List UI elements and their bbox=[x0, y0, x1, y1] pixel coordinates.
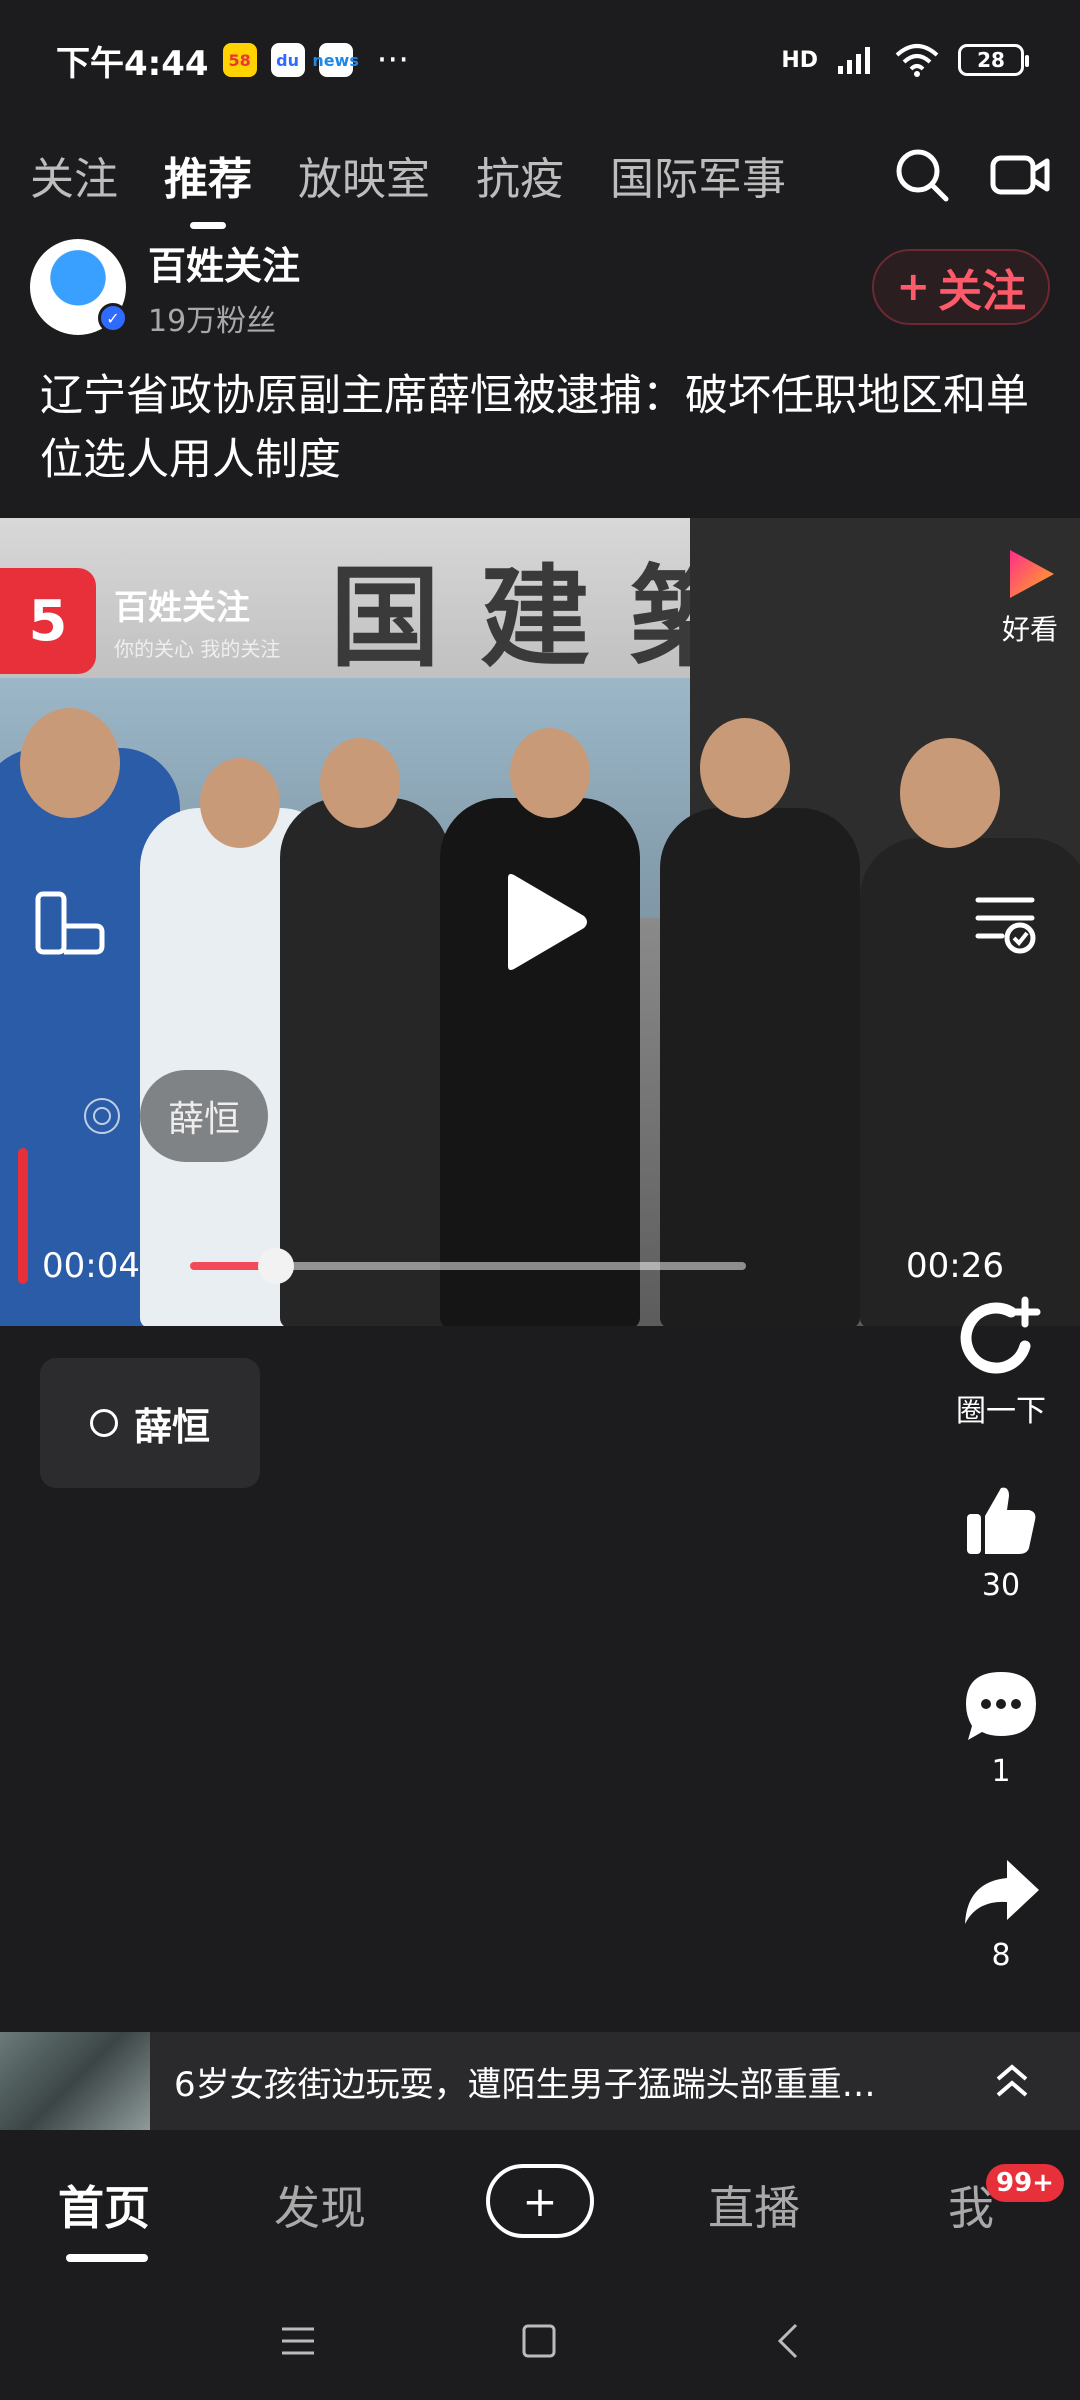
tab-screening-room[interactable]: 放映室 bbox=[298, 143, 430, 207]
video-side-accent bbox=[18, 1148, 28, 1284]
tag-dot-icon bbox=[84, 1098, 120, 1134]
recommendation-title: 6岁女孩街边玩耍，遭陌生男子猛踹头部重重… bbox=[174, 2064, 876, 2105]
current-time: 00:04 bbox=[42, 1246, 140, 1286]
home-square-icon[interactable] bbox=[522, 2324, 556, 2358]
video-person-head bbox=[320, 738, 400, 828]
back-icon[interactable] bbox=[776, 2322, 800, 2360]
video-person bbox=[280, 798, 450, 1326]
status-more-icon: ··· bbox=[376, 40, 410, 80]
haokan-badge: 好看 bbox=[1002, 546, 1058, 648]
comment-icon bbox=[966, 1672, 1036, 1740]
avatar[interactable]: ✓ bbox=[30, 239, 128, 335]
nav-discover[interactable]: 发现 bbox=[274, 2172, 366, 2238]
circle-share-icon bbox=[960, 1296, 1041, 1374]
video-person-head bbox=[510, 728, 590, 818]
battery-indicator: 28 bbox=[958, 44, 1029, 76]
article-title: 辽宁省政协原副主席薛恒被逮捕：破坏任职地区和单位选人用人制度 bbox=[40, 371, 1029, 485]
plus-icon: + bbox=[896, 264, 930, 310]
topic-tag[interactable]: 薛恒 bbox=[40, 1358, 260, 1488]
follow-button[interactable]: + 关注 bbox=[872, 249, 1050, 325]
playlist-check-icon[interactable] bbox=[972, 890, 1038, 956]
video-watermark: 5 百姓关注 你的关心 我的关注 bbox=[0, 568, 280, 674]
nav-live[interactable]: 直播 bbox=[708, 2172, 800, 2238]
video-person-tag-label: 薛恒 bbox=[140, 1070, 269, 1162]
channel-tabs: 关注 推荐 放映室 抗疫 国际军事 bbox=[0, 120, 1080, 230]
header-actions bbox=[894, 147, 1050, 203]
comment-count: 1 bbox=[991, 1754, 1011, 1789]
video-person-head bbox=[900, 738, 1000, 848]
video-person-head bbox=[700, 718, 790, 818]
share-count: 8 bbox=[991, 1938, 1011, 1973]
like-action[interactable]: 30 bbox=[946, 1482, 1056, 1603]
author-row: ✓ 百姓关注 19万粉丝 + 关注 bbox=[30, 232, 1050, 342]
menu-icon[interactable] bbox=[280, 2326, 316, 2356]
share-action[interactable]: 8 bbox=[946, 1856, 1056, 1973]
system-nav-bar bbox=[0, 2280, 1080, 2400]
tab-follow[interactable]: 关注 bbox=[30, 143, 118, 207]
status-bar: 下午4:44 58 du news ··· HD 28 bbox=[0, 0, 1080, 120]
tab-anti-epidemic[interactable]: 抗疫 bbox=[476, 143, 564, 207]
total-time: 00:26 bbox=[906, 1246, 1004, 1286]
verified-icon: ✓ bbox=[98, 303, 128, 333]
circle-action[interactable]: 圈一下 bbox=[946, 1296, 1056, 1430]
play-icon[interactable] bbox=[500, 872, 590, 972]
video-person-head bbox=[200, 758, 280, 848]
chevron-up-icon[interactable] bbox=[994, 2061, 1030, 2101]
watermark-logo: 5 bbox=[0, 568, 96, 674]
topic-circle-icon bbox=[89, 1409, 118, 1437]
topic-tag-label: 薛恒 bbox=[133, 1404, 210, 1449]
video-camera-icon[interactable] bbox=[990, 150, 1050, 200]
author-info: 百姓关注 19万粉丝 bbox=[148, 235, 300, 340]
like-count: 30 bbox=[981, 1568, 1021, 1603]
author-fans: 19万粉丝 bbox=[148, 303, 277, 339]
watermark-name: 百姓关注 bbox=[114, 588, 250, 628]
video-person bbox=[660, 808, 860, 1326]
app-58-icon: 58 bbox=[222, 43, 257, 77]
status-app-icons: 58 du news bbox=[222, 43, 359, 77]
follow-label: 关注 bbox=[938, 266, 1026, 317]
notification-badge: 99+ bbox=[986, 2164, 1064, 2202]
progress-knob[interactable] bbox=[257, 1248, 294, 1284]
wifi-icon bbox=[895, 44, 939, 77]
watermark-text: 百姓关注 你的关心 我的关注 bbox=[114, 580, 280, 662]
share-arrow-icon bbox=[965, 1860, 1039, 1924]
haokan-label: 好看 bbox=[1001, 613, 1058, 646]
video-person-head bbox=[20, 708, 120, 818]
recommendation-bar[interactable]: 6岁女孩街边玩耍，遭陌生男子猛踹头部重重… bbox=[0, 2032, 1080, 2130]
rotate-screen-icon[interactable] bbox=[34, 890, 106, 956]
recommendation-thumbnail bbox=[0, 2032, 150, 2130]
circle-action-label: 圈一下 bbox=[956, 1394, 1046, 1429]
video-person-tag[interactable]: 薛恒 bbox=[84, 1070, 269, 1162]
app-news-icon: news bbox=[312, 43, 359, 77]
status-indicators: HD 28 bbox=[781, 43, 1029, 77]
cell-signal-icon bbox=[838, 47, 870, 74]
haokan-play-icon bbox=[1009, 550, 1054, 598]
watermark-slogan: 你的关心 我的关注 bbox=[114, 637, 281, 661]
app-baidu-icon: du bbox=[270, 43, 305, 77]
tab-international-military[interactable]: 国际军事 bbox=[610, 143, 786, 207]
search-icon[interactable] bbox=[894, 147, 950, 203]
progress-bar[interactable] bbox=[190, 1248, 746, 1284]
tab-recommend[interactable]: 推荐 bbox=[164, 143, 252, 229]
nav-home-indicator bbox=[66, 2254, 148, 2262]
nav-add-button[interactable]: + bbox=[486, 2164, 594, 2238]
comment-action[interactable]: 1 bbox=[946, 1668, 1056, 1789]
thumbs-up-icon bbox=[967, 1487, 1036, 1554]
signal-hd-label: HD bbox=[781, 47, 818, 73]
status-time: 下午4:44 bbox=[56, 43, 209, 84]
nav-home[interactable]: 首页 bbox=[58, 2172, 150, 2238]
author-name[interactable]: 百姓关注 bbox=[148, 235, 300, 290]
